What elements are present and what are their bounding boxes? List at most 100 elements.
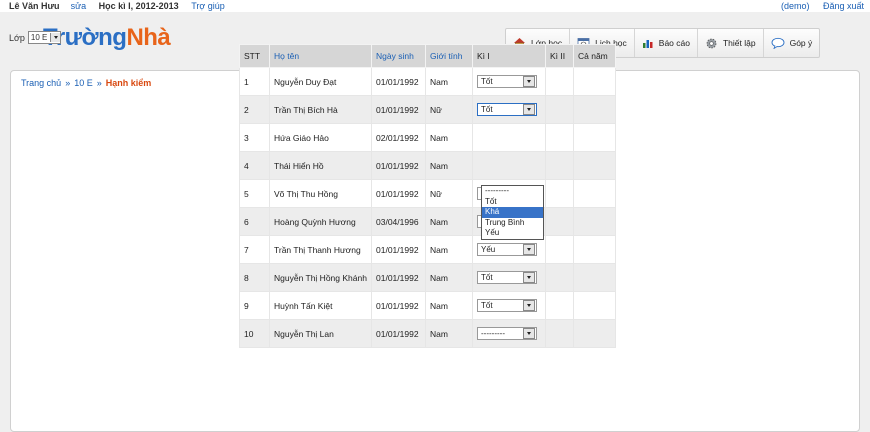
chevron-down-icon	[523, 76, 535, 87]
term-label: Học kì I, 2012-2013	[98, 1, 179, 11]
cell-name: Nguyễn Thị Lan	[269, 319, 372, 348]
cell-name: Hứa Giáo Hảo	[269, 123, 372, 152]
demo-link[interactable]: (demo)	[781, 0, 810, 12]
table-row: 3 Hứa Giáo Hảo 02/01/1992 Nam	[239, 123, 616, 152]
cell-term1	[472, 151, 546, 180]
conduct-dropdown-list: --------- Tốt Khá Trung Bình Yếu	[481, 185, 544, 240]
chevron-down-icon	[523, 300, 535, 311]
col-dob[interactable]: Ngày sinh	[371, 44, 426, 68]
cell-gender: Nam	[425, 207, 473, 236]
dropdown-option[interactable]: Yếu	[482, 228, 543, 239]
conduct-select-value: Tốt	[481, 105, 493, 114]
cell-year	[573, 319, 616, 348]
logout-link[interactable]: Đăng xuất	[823, 0, 864, 12]
breadcrumb-separator: »	[96, 78, 102, 88]
col-name[interactable]: Họ tên	[269, 44, 372, 68]
nav-item-bao-cao[interactable]: Báo cáo	[635, 29, 698, 57]
cell-term2	[545, 263, 574, 292]
cell-gender: Nam	[425, 263, 473, 292]
cell-name: Trần Thị Thanh Hương	[269, 235, 372, 264]
conduct-select[interactable]: Tốt	[477, 299, 537, 312]
cell-term2	[545, 291, 574, 320]
cell-name: Võ Thị Thu Hồng	[269, 179, 372, 208]
cell-year	[573, 263, 616, 292]
cell-stt: 5	[239, 179, 270, 208]
table-header-row: STT Họ tên Ngày sinh Giới tính Kì I Kì I…	[239, 44, 616, 68]
conduct-select[interactable]: ---------	[477, 327, 537, 340]
cell-year	[573, 179, 616, 208]
conduct-select-value: Yếu	[481, 245, 496, 254]
cell-name: Trần Thị Bích Hà	[269, 95, 372, 124]
table-row: 9 Huỳnh Tấn Kiệt 01/01/1992 Nam Tốt	[239, 291, 616, 320]
cell-stt: 1	[239, 67, 270, 96]
dropdown-option[interactable]: Khá	[482, 207, 543, 218]
dropdown-option[interactable]: Tốt	[482, 197, 543, 208]
table-row: 5Võ Thị Thu Hồng01/01/1992NữTrung Bình	[239, 179, 616, 208]
cell-name: Huỳnh Tấn Kiệt	[269, 291, 372, 320]
breadcrumb: Trang chủ» 10 E» Hạnh kiểm	[21, 78, 151, 88]
conduct-select[interactable]: Yếu	[477, 243, 537, 256]
feedback-icon	[771, 37, 785, 49]
col-term2: Kì II	[545, 44, 574, 68]
cell-gender: Nữ	[425, 95, 473, 124]
cell-year	[573, 291, 616, 320]
cell-stt: 4	[239, 151, 270, 180]
cell-stt: 3	[239, 123, 270, 152]
nav-item-thiet-lap[interactable]: Thiết lập	[698, 29, 764, 57]
cell-year	[573, 95, 616, 124]
nav-label: Thiết lập	[722, 38, 756, 48]
logo-part-2: Nhà	[126, 24, 171, 51]
cell-stt: 7	[239, 235, 270, 264]
nav-item-gop-y[interactable]: Góp ý	[764, 29, 820, 57]
cell-term1: Tốt	[472, 291, 546, 320]
conduct-select-value: ---------	[481, 329, 505, 338]
cell-term2	[545, 319, 574, 348]
cell-stt: 10	[239, 319, 270, 348]
cell-dob: 01/01/1992	[371, 263, 426, 292]
cell-year	[573, 151, 616, 180]
conduct-table: STT Họ tên Ngày sinh Giới tính Kì I Kì I…	[239, 44, 616, 348]
col-year: Cả năm	[573, 44, 616, 68]
cell-gender: Nam	[425, 123, 473, 152]
table-row: 7 Trần Thị Thanh Hương 01/01/1992 Nam Yếu	[239, 235, 616, 264]
cell-dob: 01/01/1992	[371, 319, 426, 348]
conduct-select[interactable]: Tốt	[477, 75, 537, 88]
help-link[interactable]: Trợ giúp	[191, 1, 225, 11]
cell-dob: 01/01/1992	[371, 151, 426, 180]
table-row: 10 Nguyễn Thị Lan 01/01/1992 Nam ---------	[239, 319, 616, 348]
cell-year	[573, 235, 616, 264]
breadcrumb-home[interactable]: Trang chủ	[21, 78, 61, 88]
cell-term2	[545, 95, 574, 124]
cell-term2	[545, 123, 574, 152]
cell-gender: Nam	[425, 151, 473, 180]
cell-term1: Yếu	[472, 235, 546, 264]
conduct-select[interactable]: Tốt	[477, 103, 537, 116]
cell-year	[573, 207, 616, 236]
nav-label: Góp ý	[789, 38, 813, 48]
col-gender[interactable]: Giới tính	[425, 44, 473, 68]
cell-dob: 01/01/1992	[371, 179, 426, 208]
col-term1: Kì I	[472, 44, 546, 68]
logo[interactable]: TrườngNhà	[43, 24, 171, 52]
class-select[interactable]: 10 E	[27, 31, 62, 44]
cell-gender: Nam	[425, 319, 473, 348]
cell-year	[573, 123, 616, 152]
cell-term2	[545, 235, 574, 264]
breadcrumb-current: Hạnh kiểm	[105, 78, 152, 88]
class-filter-label: Lớp	[9, 32, 25, 43]
cell-term2	[545, 179, 574, 208]
cell-dob: 01/01/1992	[371, 95, 426, 124]
breadcrumb-class[interactable]: 10 E	[74, 78, 93, 88]
chevron-down-icon	[523, 272, 535, 283]
dropdown-option[interactable]: ---------	[482, 186, 543, 197]
cell-name: Nguyễn Duy Đạt	[269, 67, 372, 96]
cell-term2	[545, 151, 574, 180]
chevron-down-icon	[523, 244, 535, 255]
cell-term2	[545, 207, 574, 236]
conduct-select[interactable]: Tốt	[477, 271, 537, 284]
cell-gender: Nam	[425, 235, 473, 264]
dropdown-option[interactable]: Trung Bình	[482, 218, 543, 229]
edit-link[interactable]: sửa	[71, 1, 87, 11]
cell-term1	[472, 123, 546, 152]
table-row: 4 Thái Hiển Hồ 01/01/1992 Nam	[239, 151, 616, 180]
